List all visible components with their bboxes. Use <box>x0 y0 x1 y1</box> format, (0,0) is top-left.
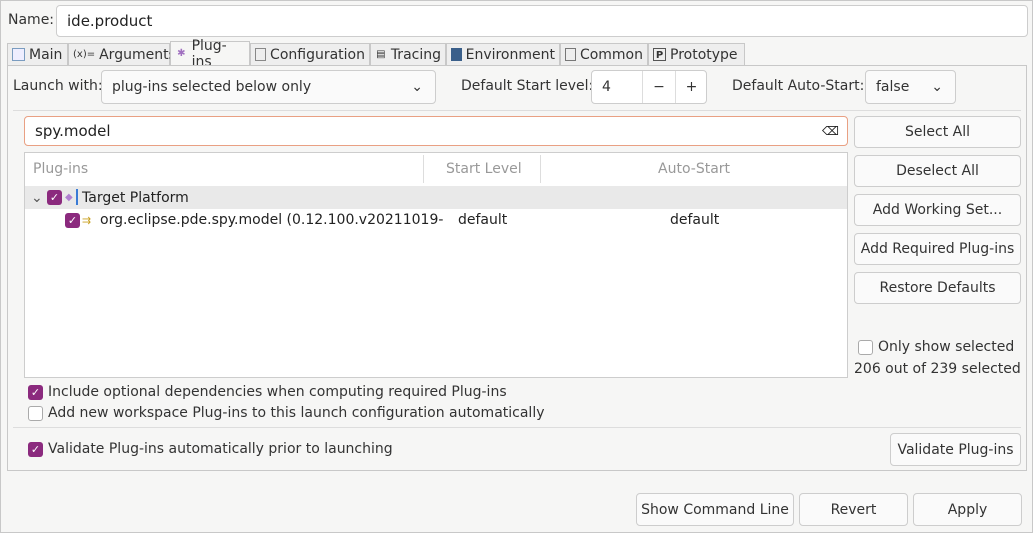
environment-icon <box>451 48 462 61</box>
table-header: Plug-ins Start Level Auto-Start <box>25 155 847 183</box>
column-header-plugins[interactable]: Plug-ins <box>33 161 88 177</box>
plugins-table[interactable]: Plug-ins Start Level Auto-Start ⌄ ✓ ◆ Ta… <box>24 152 848 378</box>
tracing-icon: ▤ <box>376 49 386 60</box>
tab-arguments[interactable]: (x)= Arguments <box>68 43 176 65</box>
auto-start-label: Default Auto-Start: <box>732 78 865 94</box>
add-working-set-button[interactable]: Add Working Set... <box>854 194 1021 226</box>
chevron-down-icon: ⌄ <box>931 79 943 95</box>
auto-start-select[interactable]: false ⌄ <box>865 70 956 104</box>
start-level-value[interactable]: 4 <box>602 79 611 95</box>
column-header-start-level[interactable]: Start Level <box>446 161 522 177</box>
name-input[interactable]: ide.product <box>56 5 1028 37</box>
table-row[interactable]: ✓ ⇉ org.eclipse.pde.spy.model (0.12.100.… <box>25 209 847 231</box>
table-row[interactable]: ⌄ ✓ ◆ Target Platform <box>25 186 847 209</box>
tab-plugins[interactable]: ✱ Plug-ins <box>170 38 250 70</box>
common-icon <box>565 48 576 61</box>
checkbox[interactable]: ✓ <box>47 190 62 205</box>
show-command-line-button[interactable]: Show Command Line <box>636 493 794 526</box>
add-required-plugins-button[interactable]: Add Required Plug-ins <box>854 233 1021 265</box>
include-optional-checkbox[interactable]: ✓ Include optional dependencies when comp… <box>28 384 507 400</box>
plugins-icon: ✱ <box>177 48 186 59</box>
column-header-auto-start[interactable]: Auto-Start <box>658 161 730 177</box>
filter-input[interactable]: spy.model ⌫ <box>24 116 848 146</box>
deselect-all-button[interactable]: Deselect All <box>854 155 1021 187</box>
increment-button[interactable]: + <box>675 71 707 103</box>
checkbox[interactable]: ✓ <box>65 212 80 228</box>
plugin-icon: ⇉ <box>82 213 92 227</box>
chevron-down-icon[interactable]: ⌄ <box>31 190 43 206</box>
tab-prototype[interactable]: P Prototype <box>648 43 745 65</box>
divider <box>13 427 1021 428</box>
validate-auto-checkbox[interactable]: ✓ Validate Plug-ins automatically prior t… <box>28 441 393 457</box>
chevron-down-icon: ⌄ <box>411 79 423 95</box>
add-workspace-plugins-checkbox[interactable]: Add new workspace Plug-ins to this launc… <box>28 405 545 421</box>
divider <box>13 110 1021 111</box>
validate-plugins-button[interactable]: Validate Plug-ins <box>890 433 1021 466</box>
target-platform-icon: ◆ <box>65 192 73 203</box>
start-level-label: Default Start level: <box>461 78 594 94</box>
prototype-icon: P <box>653 48 666 61</box>
configuration-icon <box>255 48 267 61</box>
select-all-button[interactable]: Select All <box>854 116 1021 148</box>
tab-configuration[interactable]: Configuration <box>250 43 370 65</box>
launch-with-select[interactable]: plug-ins selected below only ⌄ <box>101 70 436 104</box>
clear-icon[interactable]: ⌫ <box>822 124 839 138</box>
tab-tracing[interactable]: ▤ Tracing <box>370 43 446 65</box>
restore-defaults-button[interactable]: Restore Defaults <box>854 272 1021 304</box>
launch-with-label: Launch with: <box>13 78 103 94</box>
apply-button[interactable]: Apply <box>913 493 1022 526</box>
arguments-icon: (x)= <box>73 49 96 60</box>
tab-common[interactable]: Common <box>560 43 648 65</box>
revert-button[interactable]: Revert <box>799 493 908 526</box>
selected-count: 206 out of 239 selected <box>854 361 1021 377</box>
decrement-button[interactable]: − <box>642 71 675 103</box>
start-level-stepper[interactable]: 4 − + <box>591 70 707 104</box>
tab-environment[interactable]: Environment <box>446 43 560 65</box>
only-show-selected-checkbox[interactable]: Only show selected <box>858 339 1014 355</box>
tab-main[interactable]: Main <box>7 43 68 65</box>
main-icon <box>12 48 25 61</box>
name-label: Name: <box>8 12 55 28</box>
